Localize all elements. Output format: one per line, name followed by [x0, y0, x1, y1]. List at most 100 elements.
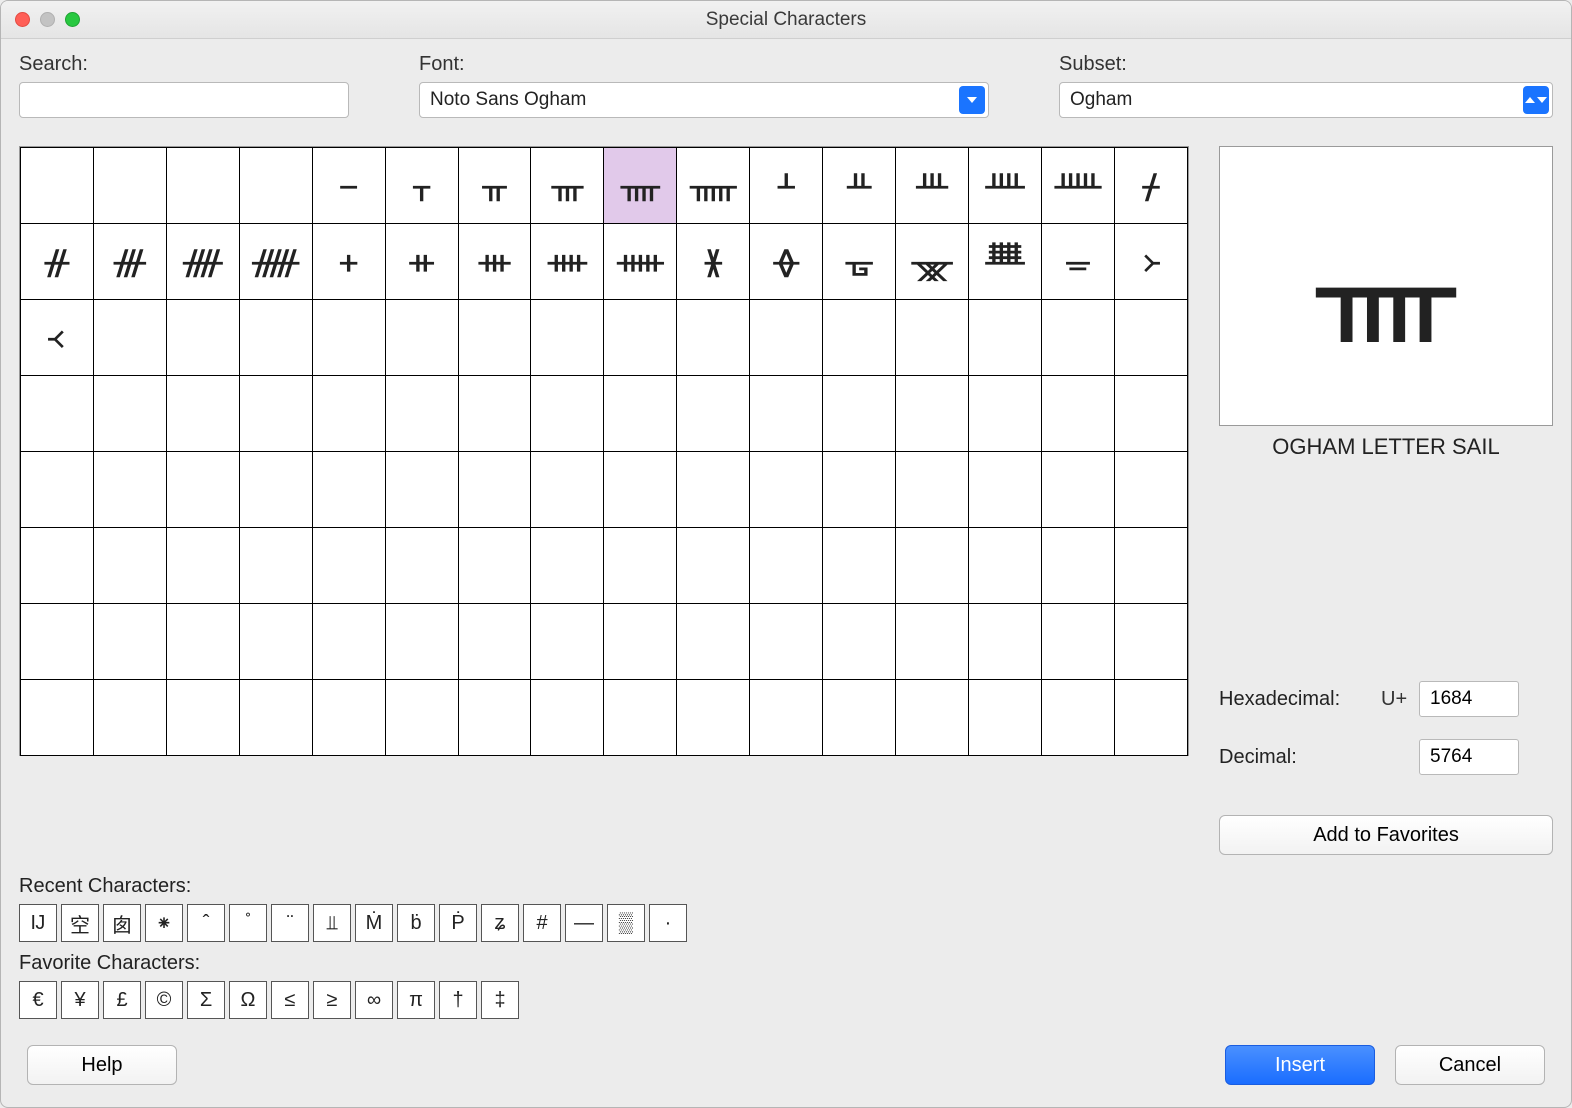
character-cell[interactable]	[969, 604, 1042, 680]
character-cell[interactable]	[312, 300, 385, 376]
character-cell[interactable]: ᚛	[1114, 224, 1187, 300]
character-cell[interactable]	[531, 452, 604, 528]
small-character-cell[interactable]: Ṁ	[355, 904, 393, 942]
character-cell[interactable]	[93, 528, 166, 604]
character-cell[interactable]	[166, 604, 239, 680]
character-cell[interactable]	[604, 680, 677, 756]
character-cell[interactable]	[823, 528, 896, 604]
character-cell[interactable]	[531, 680, 604, 756]
character-cell[interactable]	[1042, 604, 1115, 680]
character-cell[interactable]	[1042, 528, 1115, 604]
character-cell[interactable]	[531, 604, 604, 680]
small-character-cell[interactable]: ̊	[229, 904, 267, 942]
character-cell[interactable]	[458, 528, 531, 604]
character-cell[interactable]	[385, 300, 458, 376]
character-cell[interactable]	[239, 604, 312, 680]
character-cell[interactable]: ᚕ	[677, 224, 750, 300]
character-cell[interactable]: ᚏ	[239, 224, 312, 300]
character-cell[interactable]	[385, 528, 458, 604]
character-cell[interactable]	[1042, 300, 1115, 376]
character-cell[interactable]: ᚍ	[93, 224, 166, 300]
character-cell[interactable]	[604, 300, 677, 376]
character-cell[interactable]	[312, 376, 385, 452]
small-character-cell[interactable]: €	[19, 981, 57, 1019]
character-cell[interactable]	[896, 300, 969, 376]
character-cell[interactable]	[604, 604, 677, 680]
small-character-cell[interactable]: ∞	[355, 981, 393, 1019]
character-cell[interactable]	[1114, 680, 1187, 756]
character-cell[interactable]	[1114, 452, 1187, 528]
character-cell[interactable]	[823, 680, 896, 756]
character-cell[interactable]	[677, 376, 750, 452]
character-cell[interactable]	[969, 528, 1042, 604]
small-character-cell[interactable]: ▒	[607, 904, 645, 942]
small-character-cell[interactable]: ⁕	[145, 904, 183, 942]
small-character-cell[interactable]: ̈	[271, 904, 309, 942]
character-cell[interactable]	[750, 528, 823, 604]
character-cell[interactable]: ᚑ	[385, 224, 458, 300]
character-cell[interactable]	[1042, 452, 1115, 528]
character-cell[interactable]	[239, 680, 312, 756]
character-cell[interactable]	[1114, 604, 1187, 680]
character-cell[interactable]	[166, 148, 239, 224]
character-cell[interactable]: ᚐ	[312, 224, 385, 300]
character-cell[interactable]	[93, 680, 166, 756]
small-character-cell[interactable]: Σ	[187, 981, 225, 1019]
character-cell[interactable]	[93, 604, 166, 680]
character-cell[interactable]	[93, 452, 166, 528]
character-cell[interactable]	[458, 300, 531, 376]
character-cell[interactable]	[312, 680, 385, 756]
small-character-cell[interactable]: ≤	[271, 981, 309, 1019]
character-cell[interactable]: ᚇ	[823, 148, 896, 224]
character-cell[interactable]	[385, 604, 458, 680]
small-character-cell[interactable]: ·	[649, 904, 687, 942]
small-character-cell[interactable]: —	[565, 904, 603, 942]
character-cell[interactable]: ᚋ	[1114, 148, 1187, 224]
character-cell[interactable]	[1042, 680, 1115, 756]
small-character-cell[interactable]: ̂	[187, 904, 225, 942]
character-cell[interactable]: ᚓ	[531, 224, 604, 300]
small-character-cell[interactable]: 囱	[103, 904, 141, 942]
character-cell[interactable]	[166, 376, 239, 452]
small-character-cell[interactable]: ʑ	[481, 904, 519, 942]
character-cell[interactable]	[531, 300, 604, 376]
character-cell[interactable]: ᚖ	[750, 224, 823, 300]
character-cell[interactable]	[823, 300, 896, 376]
character-cell[interactable]	[677, 680, 750, 756]
character-cell[interactable]	[166, 528, 239, 604]
character-cell[interactable]	[458, 604, 531, 680]
character-cell[interactable]	[823, 376, 896, 452]
small-character-cell[interactable]: π	[397, 981, 435, 1019]
character-cell[interactable]	[969, 680, 1042, 756]
character-cell[interactable]	[1042, 376, 1115, 452]
small-character-cell[interactable]: Ω	[229, 981, 267, 1019]
character-cell[interactable]	[458, 376, 531, 452]
character-cell[interactable]	[531, 376, 604, 452]
character-cell[interactable]	[677, 604, 750, 680]
small-character-cell[interactable]: ‡	[481, 981, 519, 1019]
small-character-cell[interactable]: #	[523, 904, 561, 942]
character-cell[interactable]: ᚅ	[677, 148, 750, 224]
small-character-cell[interactable]: †	[439, 981, 477, 1019]
hex-input[interactable]	[1419, 681, 1519, 717]
character-cell[interactable]: ᚃ	[531, 148, 604, 224]
character-cell[interactable]: ᚜	[21, 300, 94, 376]
character-cell[interactable]	[312, 528, 385, 604]
small-character-cell[interactable]: ©	[145, 981, 183, 1019]
character-cell[interactable]	[604, 528, 677, 604]
character-cell[interactable]	[677, 300, 750, 376]
character-cell[interactable]: ᚘ	[896, 224, 969, 300]
cancel-button[interactable]: Cancel	[1395, 1045, 1545, 1085]
search-input[interactable]	[19, 82, 349, 118]
character-cell[interactable]	[896, 528, 969, 604]
character-cell[interactable]	[166, 680, 239, 756]
character-cell[interactable]	[312, 604, 385, 680]
character-cell[interactable]	[604, 452, 677, 528]
small-character-cell[interactable]: Ṗ	[439, 904, 477, 942]
small-character-cell[interactable]: 空	[61, 904, 99, 942]
character-cell[interactable]	[969, 376, 1042, 452]
character-cell[interactable]	[385, 680, 458, 756]
character-cell[interactable]	[21, 452, 94, 528]
character-cell[interactable]	[93, 148, 166, 224]
character-cell[interactable]: ᚙ	[969, 224, 1042, 300]
